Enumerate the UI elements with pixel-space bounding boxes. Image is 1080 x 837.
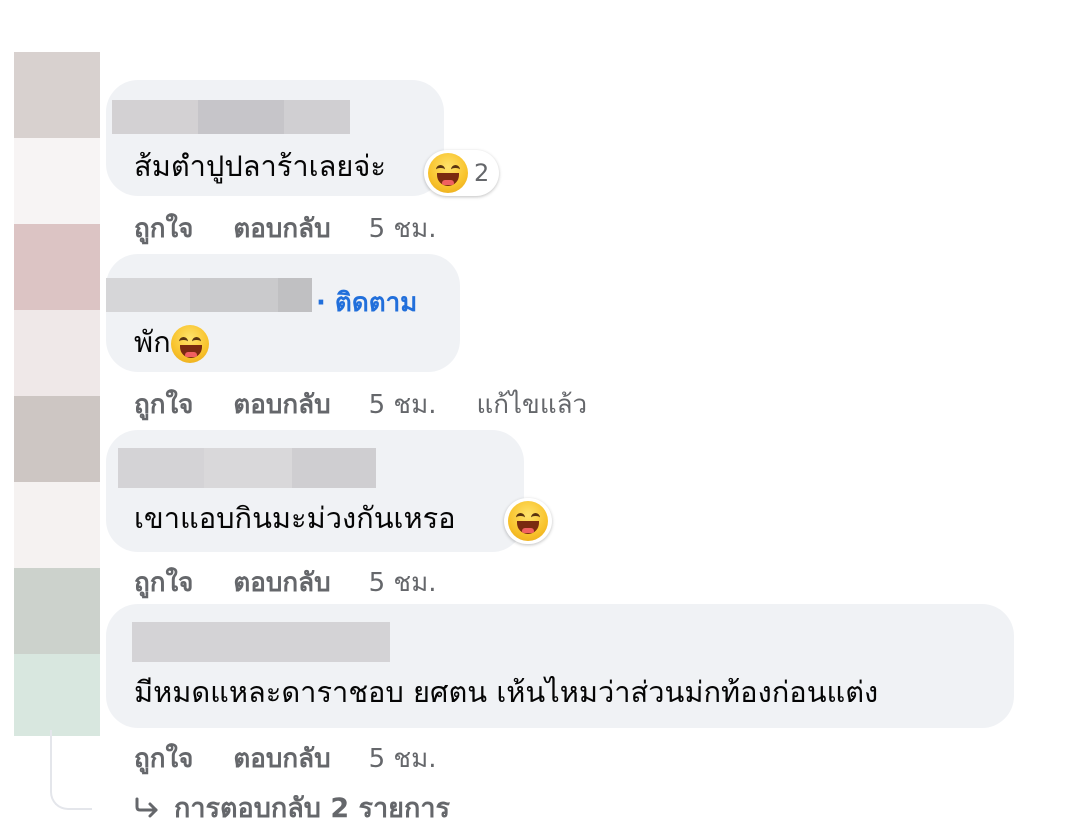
comment-text: เขาแอบกินมะม่วงกันเหรอ (134, 501, 456, 535)
avatar-blur (14, 654, 100, 736)
timestamp[interactable]: 5 ชม. (369, 384, 437, 425)
comment-text: ส้มตำปูปลาร้าเลยจ่ะ (134, 149, 386, 183)
laughing-emoji-icon (170, 325, 209, 363)
avatar-blur (14, 310, 100, 396)
avatar[interactable] (14, 224, 100, 310)
reaction-count: 2 (474, 159, 490, 187)
commenter-name-redacted[interactable] (132, 622, 390, 662)
view-replies-label: การตอบกลับ 2 รายการ (174, 793, 451, 824)
avatar-blur (14, 138, 100, 224)
reaction-summary[interactable] (504, 498, 552, 544)
thread-line (50, 730, 92, 810)
comment-actions: ถูกใจ ตอบกลับ 5 ชม. แก้ไขแล้ว (134, 384, 587, 425)
timestamp[interactable]: 5 ชม. (369, 208, 437, 249)
laughing-emoji-icon (508, 501, 548, 541)
commenter-name-redacted[interactable] (118, 448, 376, 488)
like-button[interactable]: ถูกใจ (134, 208, 193, 249)
comment-actions: ถูกใจ ตอบกลับ 5 ชม. (134, 208, 436, 249)
avatar[interactable] (14, 396, 100, 482)
comment-text: มีหมดแหละดาราชอบ ยศตน เห้นไหมว่าส่วนม่กท… (134, 675, 879, 709)
comment-text-content: พัก (134, 325, 171, 359)
commenter-name-redacted[interactable] (106, 278, 312, 312)
avatar[interactable] (14, 52, 100, 138)
comment-actions: ถูกใจ ตอบกลับ 5 ชม. (134, 562, 436, 603)
reply-button[interactable]: ตอบกลับ (233, 384, 330, 425)
edited-label[interactable]: แก้ไขแล้ว (476, 384, 587, 425)
reaction-summary[interactable]: 2 (424, 150, 500, 196)
timestamp[interactable]: 5 ชม. (369, 738, 437, 779)
avatar[interactable] (14, 568, 100, 654)
like-button[interactable]: ถูกใจ (134, 562, 193, 603)
reply-button[interactable]: ตอบกลับ (233, 562, 330, 603)
view-replies-link[interactable]: การตอบกลับ 2 รายการ (134, 786, 450, 829)
laughing-emoji-icon (428, 153, 468, 193)
follow-link[interactable]: · ติดตาม (316, 282, 417, 323)
comment-actions: ถูกใจ ตอบกลับ 5 ชม. (134, 738, 436, 779)
avatar-blur (14, 482, 100, 568)
reply-arrow-icon (135, 797, 158, 817)
reply-button[interactable]: ตอบกลับ (233, 738, 330, 779)
commenter-name-redacted[interactable] (112, 100, 350, 134)
like-button[interactable]: ถูกใจ (134, 384, 193, 425)
timestamp[interactable]: 5 ชม. (369, 562, 437, 603)
reply-button[interactable]: ตอบกลับ (233, 208, 330, 249)
like-button[interactable]: ถูกใจ (134, 738, 193, 779)
comment-text: พัก (134, 322, 209, 363)
